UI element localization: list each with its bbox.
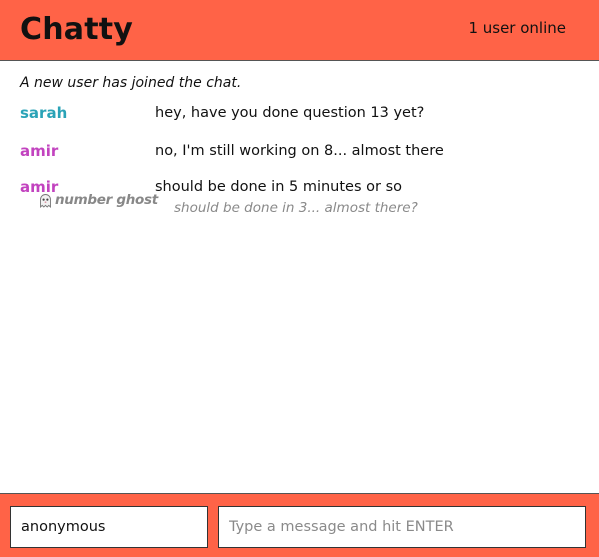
message-row: amir no, I'm still working on 8... almos… [0, 141, 599, 161]
composer-bar [0, 493, 599, 557]
chat-app: Chatty 1 user online A new user has join… [0, 0, 599, 557]
ghost-text: should be done in 3... almost there? [174, 200, 418, 216]
app-title: Chatty [20, 12, 134, 47]
message-username: sarah [20, 104, 68, 122]
message-list[interactable]: A new user has joined the chat. sarah he… [0, 61, 599, 493]
top-bar: Chatty 1 user online [0, 0, 599, 61]
message-text: hey, have you done question 13 yet? [155, 105, 425, 121]
ghost-icon [38, 193, 53, 208]
ghost-suggestion: number ghost should be done in 3... almo… [0, 190, 599, 216]
message-text: no, I'm still working on 8... almost the… [155, 143, 444, 159]
message-input[interactable] [218, 506, 586, 548]
system-message: A new user has joined the chat. [20, 75, 242, 91]
ghost-badge: number ghost [38, 190, 158, 210]
username-input[interactable] [10, 506, 208, 548]
message-username: amir [20, 142, 59, 160]
message-row: sarah hey, have you done question 13 yet… [0, 103, 599, 123]
online-user-count: 1 user online [468, 19, 566, 37]
ghost-name: number ghost [55, 192, 158, 208]
